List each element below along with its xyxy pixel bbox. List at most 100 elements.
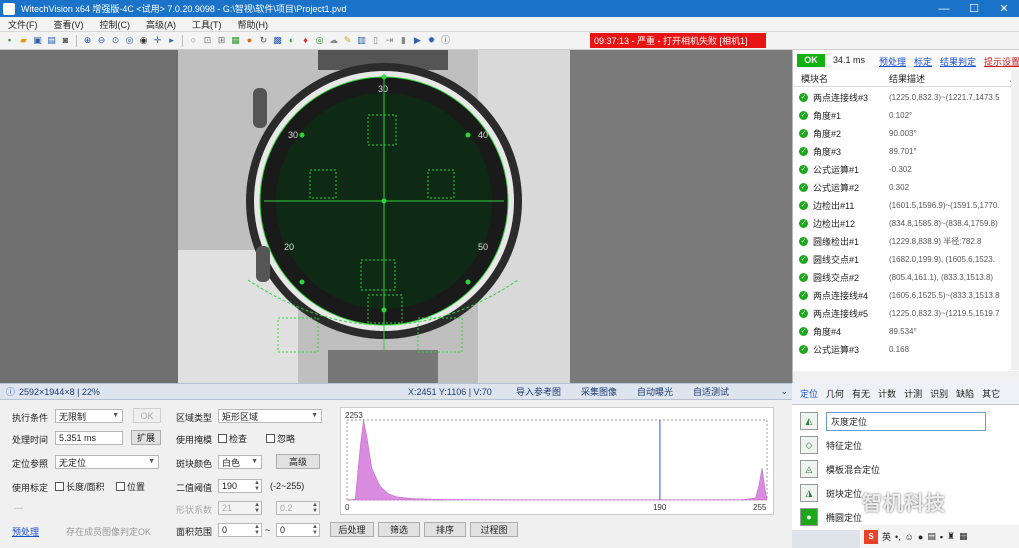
- area-max-spinner[interactable]: 0 ▲ ▼: [276, 523, 320, 537]
- document-icon[interactable]: ▯: [370, 35, 381, 46]
- preprocess-link[interactable]: 预处理: [879, 55, 906, 68]
- shape-scale-spinner-2[interactable]: 0.2 ▲ ▼: [276, 501, 320, 515]
- zoom-actual-icon[interactable]: ◎: [124, 35, 135, 46]
- expand-button[interactable]: 扩展: [131, 430, 161, 445]
- result-row[interactable]: ✓ 两点连接线#4 (1605.6,1525.5)~(833.3,1513.8: [793, 286, 1013, 304]
- keyboard-icon[interactable]: ▤: [927, 531, 936, 542]
- save-as-icon[interactable]: ▤: [46, 35, 57, 46]
- tool-item-feature-locate[interactable]: ◇ 特征定位: [800, 435, 862, 455]
- result-row[interactable]: ✓ 公式运算#1 -0.302: [793, 160, 1013, 178]
- postprocess-button[interactable]: 后处理: [330, 522, 374, 537]
- tab-count[interactable]: 计数: [878, 387, 896, 400]
- eye-icon[interactable]: ◉: [138, 35, 149, 46]
- tab-position[interactable]: 定位: [800, 387, 818, 400]
- result-row[interactable]: ✓ 圆缘检出#1 (1229.8,838.9) 半径:782.8: [793, 232, 1013, 250]
- emoji-icon[interactable]: ☺: [905, 532, 914, 542]
- lock-icon[interactable]: ▮: [398, 35, 409, 46]
- result-row[interactable]: ✓ 角度#3 89.701°: [793, 142, 1013, 160]
- calibration-link[interactable]: 标定: [914, 55, 932, 68]
- result-row[interactable]: ✓ 两点连接线#3 (1225.0,832.3)~(1221.7,1473.5: [793, 88, 1013, 106]
- chevron-down-icon[interactable]: ⌄: [780, 386, 788, 397]
- settings-gear-icon[interactable]: ✹: [426, 35, 437, 46]
- hint-settings-link[interactable]: 提示设置: [984, 55, 1019, 68]
- result-row[interactable]: ✓ 角度#1 0.102°: [793, 106, 1013, 124]
- target-icon[interactable]: ◎: [314, 35, 325, 46]
- area-min-spinner[interactable]: 0 ▲ ▼: [218, 523, 262, 537]
- result-row[interactable]: ✓ 公式运算#2 0.302: [793, 178, 1013, 196]
- mask-check-checkbox[interactable]: 检查: [218, 432, 247, 445]
- pointer-icon[interactable]: ▸: [166, 35, 177, 46]
- menu-advanced[interactable]: 高级(A): [138, 18, 184, 31]
- process-chart-button[interactable]: 过程图: [470, 522, 518, 537]
- save-icon[interactable]: ▣: [32, 35, 43, 46]
- ime-icon[interactable]: S: [864, 529, 878, 544]
- camera-icon[interactable]: ◙: [60, 35, 71, 46]
- close-button[interactable]: ✕: [989, 0, 1019, 17]
- calib-length-area-checkbox[interactable]: 长度/面积: [55, 480, 105, 493]
- mask-ignore-checkbox[interactable]: 忽略: [266, 432, 295, 445]
- ok-button[interactable]: OK: [133, 408, 161, 423]
- result-row[interactable]: ✓ 边检出#12 (834.8,1585.8)~(838.4,1759.8): [793, 214, 1013, 232]
- result-row[interactable]: ✓ 圆线交点#2 (805.4,161.1), (833.3,1513.8): [793, 268, 1013, 286]
- tab-defect[interactable]: 缺陷: [956, 387, 974, 400]
- tool-item-gray-locate[interactable]: ◭ 灰度定位: [800, 411, 986, 431]
- menu-file[interactable]: 文件(F): [0, 18, 46, 31]
- zoom-in-icon[interactable]: ⊕: [82, 35, 93, 46]
- brush-icon[interactable]: ✎: [342, 35, 353, 46]
- shirt-icon[interactable]: ♜: [947, 531, 955, 542]
- result-row[interactable]: ✓ 两点连接线#5 (1225.0,832.3)~(1219.5,1519.7: [793, 304, 1013, 322]
- results-horizontal-scrollbar[interactable]: [793, 371, 1019, 383]
- info-icon[interactable]: ⓘ: [440, 35, 451, 46]
- menu-help[interactable]: 帮助(H): [230, 18, 277, 31]
- image-canvas[interactable]: 30 30 40 20 50: [0, 50, 792, 383]
- menu-tools[interactable]: 工具(T): [184, 18, 230, 31]
- spin-arrows-icon[interactable]: ▲ ▼: [312, 524, 318, 536]
- result-row[interactable]: ✓ 角度#4 89.534°: [793, 322, 1013, 340]
- import-reference-button[interactable]: 导入参考图: [508, 384, 570, 399]
- maximize-button[interactable]: ☐: [959, 0, 989, 17]
- measure-icon[interactable]: ▦: [230, 35, 241, 46]
- minimize-button[interactable]: —: [929, 0, 959, 17]
- results-vertical-scrollbar[interactable]: [1011, 70, 1019, 370]
- result-row[interactable]: ✓ 边检出#11 (1601.5,1596.9)~(1591.5,1770.: [793, 196, 1013, 214]
- new-file-icon[interactable]: ▪: [4, 35, 15, 46]
- result-row[interactable]: ✓ 公式运算#3 0.168: [793, 340, 1013, 358]
- blob-color-select[interactable]: 白色 ▼: [218, 455, 262, 469]
- threshold-spinner[interactable]: 190 ▲ ▼: [218, 479, 262, 493]
- shape-scale-spinner[interactable]: 21 ▲ ▼: [218, 501, 262, 515]
- tool-item-blob-locate[interactable]: ◮ 斑块定位: [800, 483, 862, 503]
- filter-button[interactable]: 筛选: [378, 522, 420, 537]
- result-row[interactable]: ✓ 角度#2 90.003°: [793, 124, 1013, 142]
- exec-condition-select[interactable]: 无限制 ▼: [55, 409, 123, 423]
- cloud-icon[interactable]: ☁: [328, 35, 339, 46]
- auto-exposure-button[interactable]: 自动曝光: [629, 384, 682, 399]
- menu-control[interactable]: 控制(C): [92, 18, 139, 31]
- tab-geometry[interactable]: 几何: [826, 387, 844, 400]
- ime-language[interactable]: 英: [882, 530, 891, 543]
- result-row[interactable]: ✓ 圆线交点#1 (1682.0,199.9), (1605.6,1523.: [793, 250, 1013, 268]
- region-type-select[interactable]: 矩形区域 ▼: [218, 409, 322, 423]
- punctuation-icon[interactable]: •,: [895, 532, 901, 542]
- grid-icon[interactable]: ▩: [272, 35, 283, 46]
- rect-tool-icon[interactable]: ⊡: [202, 35, 213, 46]
- spin-arrows-icon[interactable]: ▲ ▼: [254, 524, 260, 536]
- calib-position-checkbox[interactable]: 位置: [116, 480, 145, 493]
- export-icon[interactable]: ⇥: [384, 35, 395, 46]
- run-icon[interactable]: ▶: [412, 35, 423, 46]
- tab-other[interactable]: 其它: [982, 387, 1000, 400]
- col-module-name[interactable]: 模块名: [801, 72, 828, 85]
- grid-menu-icon[interactable]: ▦: [959, 531, 968, 542]
- alarm-banner[interactable]: 09:37:13 - 严重 - 打开相机失败 [相机1]: [590, 33, 766, 48]
- crosshair-icon[interactable]: ✛: [152, 35, 163, 46]
- col-result-desc[interactable]: 结果描述: [889, 72, 925, 85]
- gauge-icon[interactable]: ◐: [286, 35, 297, 46]
- advanced-button[interactable]: 高级: [276, 454, 320, 469]
- preprocess-link[interactable]: 预处理: [12, 525, 39, 538]
- spin-arrows-icon[interactable]: ▲ ▼: [254, 480, 260, 492]
- position-ref-select[interactable]: 无定位 ▼: [55, 455, 159, 469]
- histogram-chart[interactable]: 2253 0 190 255: [340, 407, 774, 515]
- microphone-icon[interactable]: ●: [918, 532, 923, 542]
- tab-recognize[interactable]: 识别: [930, 387, 948, 400]
- tool-item-template-mix-locate[interactable]: ◬ 模板混合定位: [800, 459, 880, 479]
- adaptive-test-button[interactable]: 自适测试: [685, 384, 738, 399]
